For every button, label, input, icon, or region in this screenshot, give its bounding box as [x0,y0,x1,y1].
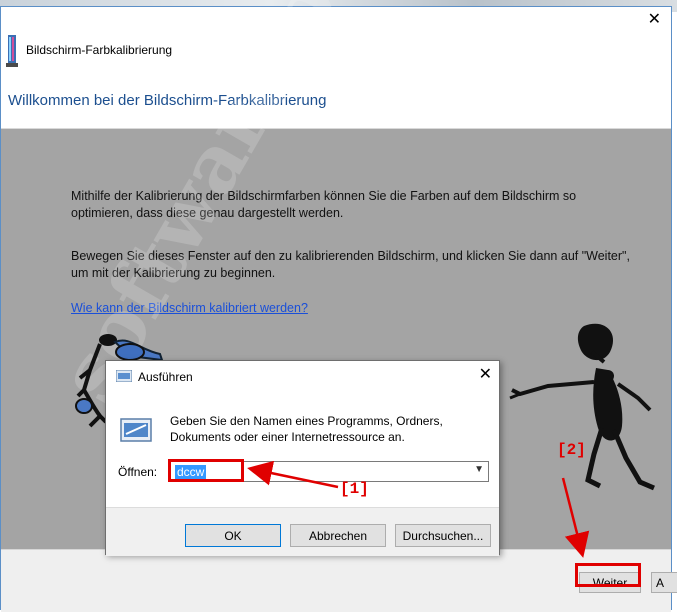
cancel-button-partial[interactable]: A [651,572,677,593]
ok-button[interactable]: OK [185,524,281,547]
page-title: Willkommen bei der Bildschirm-Farbkalibr… [8,92,327,109]
instruction-paragraph: Bewegen Sie dieses Fenster auf den zu ka… [71,249,630,280]
run-dialog-description: Geben Sie den Namen eines Programms, Ord… [170,414,443,444]
calibration-app-icon [6,35,18,67]
annotation-label-2: [2] [557,441,586,459]
next-button-highlight-box [575,563,641,587]
title-bar: Bildschirm-Farbkalibrierung ✕ [1,7,671,70]
close-icon[interactable]: ✕ [479,364,492,384]
run-dialog: Ausführen ✕ Geben Sie den Namen eines Pr… [105,360,500,556]
help-link[interactable]: Wie kann der Bildschirm kalibriert werde… [71,301,308,315]
close-icon[interactable]: ✕ [648,9,661,29]
wizard-header: Willkommen bei der Bildschirm-Farbkalibr… [1,70,671,129]
browse-button[interactable]: Durchsuchen... [395,524,491,547]
intro-paragraph: Mithilfe der Kalibrierung der Bildschirm… [71,189,577,220]
annotation-label-1: [1] [340,480,369,498]
run-dialog-footer: OK Abbrechen Durchsuchen... [106,507,499,556]
run-dialog-title-bar: Ausführen ✕ [106,361,499,391]
run-program-icon [120,418,152,442]
wizard-footer: Weiter A [1,549,677,612]
input-highlight-box [168,459,244,482]
run-dialog-title: Ausführen [138,370,193,384]
combo-arrow-icon[interactable]: ▼ [474,464,484,475]
run-dialog-icon [116,370,132,382]
cancel-button[interactable]: Abbrechen [290,524,386,547]
window-title: Bildschirm-Farbkalibrierung [26,43,173,57]
open-label: Öffnen: [118,465,158,479]
